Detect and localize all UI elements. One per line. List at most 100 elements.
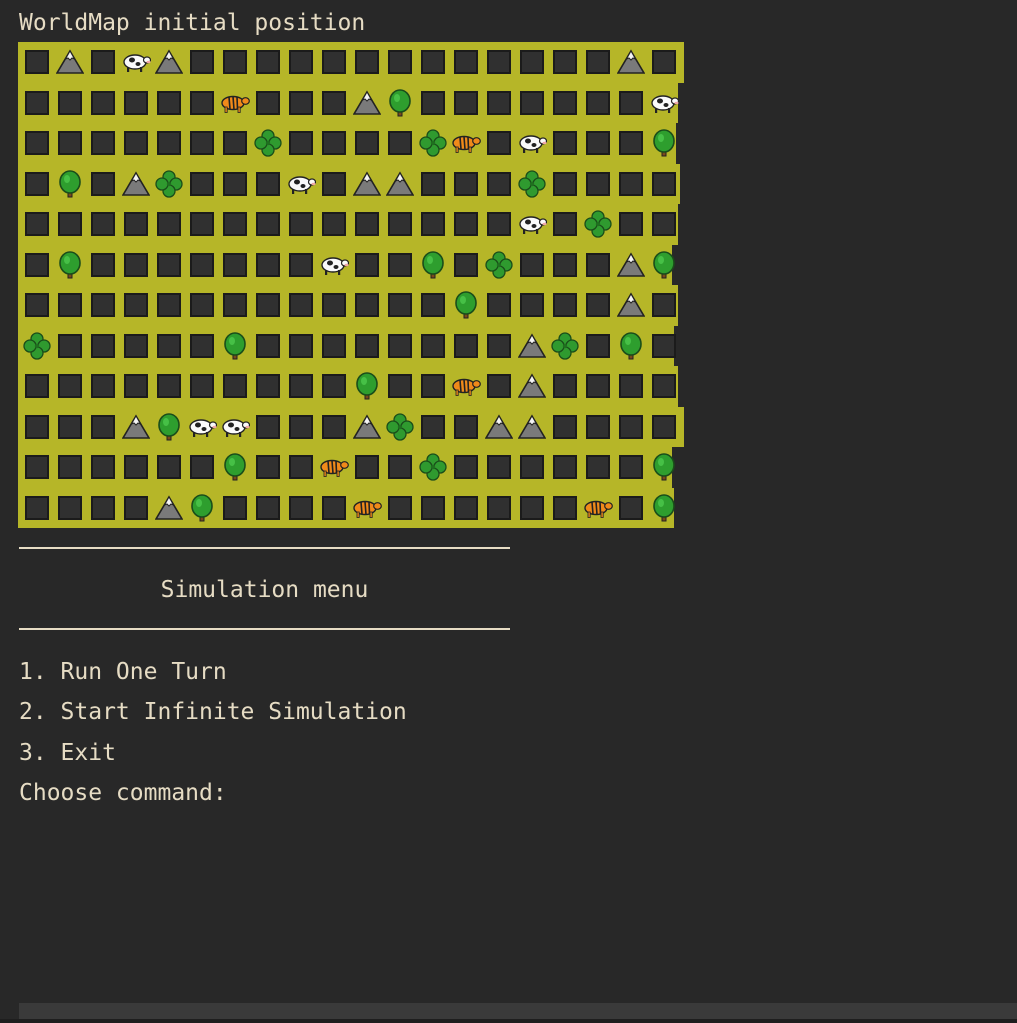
empty-cell-icon	[251, 167, 284, 200]
empty-cell-icon	[581, 370, 614, 403]
map-row	[18, 163, 680, 204]
command-input[interactable]	[235, 779, 439, 811]
empty-cell-icon	[251, 491, 284, 524]
empty-cell-icon	[416, 410, 449, 443]
empty-cell-icon	[152, 451, 185, 484]
clover-icon	[20, 329, 53, 362]
menu-top-rule	[19, 547, 510, 549]
empty-cell-icon	[185, 451, 218, 484]
menu-item-start-infinite: 2. Start Infinite Simulation	[19, 699, 407, 725]
empty-cell-icon	[251, 370, 284, 403]
empty-cell-icon	[218, 208, 251, 241]
empty-cell-icon	[317, 410, 350, 443]
empty-cell-icon	[20, 289, 53, 322]
empty-cell-icon	[86, 127, 119, 160]
empty-cell-icon	[218, 127, 251, 160]
empty-cell-icon	[86, 491, 119, 524]
empty-cell-icon	[20, 491, 53, 524]
empty-cell-icon	[284, 86, 317, 119]
empty-cell-icon	[416, 289, 449, 322]
empty-cell-icon	[548, 491, 581, 524]
empty-cell-icon	[284, 329, 317, 362]
empty-cell-icon	[317, 491, 350, 524]
empty-cell-icon	[53, 451, 86, 484]
tiger-icon	[350, 491, 383, 524]
empty-cell-icon	[284, 208, 317, 241]
tree-icon	[647, 491, 680, 524]
empty-cell-icon	[350, 329, 383, 362]
empty-cell-icon	[119, 208, 152, 241]
tree-icon	[53, 167, 86, 200]
clover-icon	[581, 208, 614, 241]
empty-cell-icon	[350, 127, 383, 160]
empty-cell-icon	[119, 370, 152, 403]
empty-cell-icon	[218, 289, 251, 322]
horizontal-scrollbar[interactable]	[19, 1003, 1017, 1019]
empty-cell-icon	[548, 86, 581, 119]
map-row	[18, 123, 676, 164]
empty-cell-icon	[284, 248, 317, 281]
empty-cell-icon	[53, 208, 86, 241]
cow-icon	[515, 127, 548, 160]
empty-cell-icon	[20, 127, 53, 160]
empty-cell-icon	[317, 370, 350, 403]
empty-cell-icon	[614, 410, 647, 443]
mountain-icon	[350, 167, 383, 200]
empty-cell-icon	[482, 370, 515, 403]
cow-icon	[647, 86, 680, 119]
empty-cell-icon	[614, 127, 647, 160]
empty-cell-icon	[647, 329, 680, 362]
map-row	[18, 285, 678, 326]
empty-cell-icon	[449, 491, 482, 524]
empty-cell-icon	[218, 370, 251, 403]
tree-icon	[53, 248, 86, 281]
empty-cell-icon	[482, 127, 515, 160]
empty-cell-icon	[614, 370, 647, 403]
empty-cell-icon	[383, 451, 416, 484]
map-row	[18, 42, 684, 83]
console-bottom-border	[0, 1019, 1017, 1023]
empty-cell-icon	[416, 491, 449, 524]
cow-icon	[185, 410, 218, 443]
empty-cell-icon	[614, 451, 647, 484]
empty-cell-icon	[119, 127, 152, 160]
empty-cell-icon	[317, 167, 350, 200]
empty-cell-icon	[152, 86, 185, 119]
mountain-icon	[614, 248, 647, 281]
tree-icon	[152, 410, 185, 443]
tree-icon	[218, 451, 251, 484]
empty-cell-icon	[53, 329, 86, 362]
empty-cell-icon	[515, 491, 548, 524]
empty-cell-icon	[86, 248, 119, 281]
empty-cell-icon	[317, 127, 350, 160]
mountain-icon	[350, 410, 383, 443]
empty-cell-icon	[317, 208, 350, 241]
command-prompt: Choose command:	[19, 780, 227, 806]
empty-cell-icon	[548, 248, 581, 281]
empty-cell-icon	[185, 127, 218, 160]
empty-cell-icon	[482, 46, 515, 79]
empty-cell-icon	[350, 451, 383, 484]
empty-cell-icon	[449, 248, 482, 281]
mountain-icon	[515, 370, 548, 403]
tree-icon	[416, 248, 449, 281]
empty-cell-icon	[86, 167, 119, 200]
clover-icon	[251, 127, 284, 160]
empty-cell-icon	[548, 289, 581, 322]
empty-cell-icon	[185, 86, 218, 119]
empty-cell-icon	[119, 86, 152, 119]
empty-cell-icon	[647, 167, 680, 200]
empty-cell-icon	[647, 410, 680, 443]
empty-cell-icon	[482, 329, 515, 362]
empty-cell-icon	[350, 208, 383, 241]
empty-cell-icon	[152, 208, 185, 241]
empty-cell-icon	[152, 370, 185, 403]
empty-cell-icon	[581, 46, 614, 79]
empty-cell-icon	[119, 491, 152, 524]
mountain-icon	[515, 410, 548, 443]
empty-cell-icon	[548, 410, 581, 443]
empty-cell-icon	[284, 370, 317, 403]
empty-cell-icon	[548, 46, 581, 79]
mountain-icon	[383, 167, 416, 200]
empty-cell-icon	[20, 451, 53, 484]
